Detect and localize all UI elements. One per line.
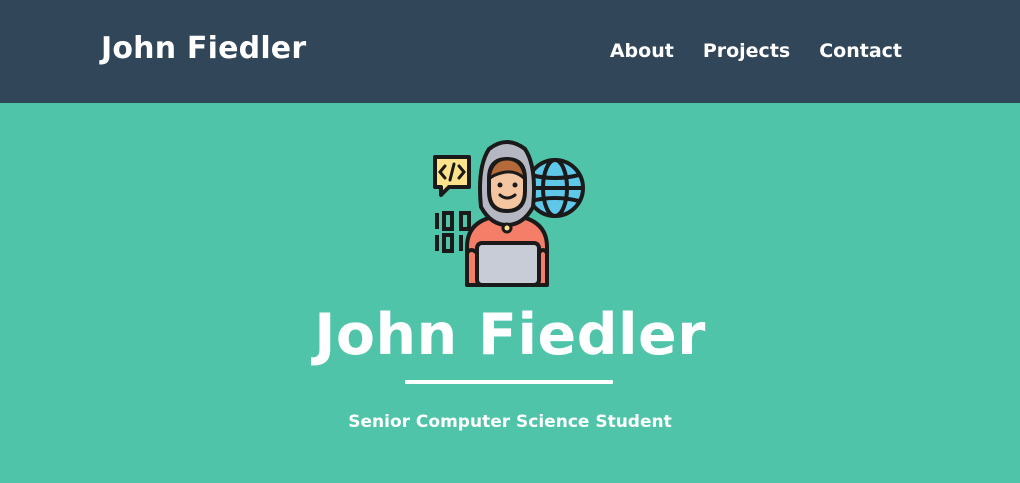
masthead: John Fiedler Senior Computer Science Stu… — [0, 103, 1020, 483]
hero-subtitle: Senior Computer Science Student — [348, 412, 672, 432]
nav-links: About Projects Contact — [610, 40, 902, 62]
hero-name: John Fiedler — [314, 302, 706, 368]
code-bubble-icon — [433, 155, 471, 197]
brand-link[interactable]: John Fiedler — [101, 31, 306, 66]
nav-link-about[interactable]: About — [610, 40, 674, 62]
binary-icon — [435, 211, 471, 253]
navbar: John Fiedler About Projects Contact — [0, 0, 1020, 103]
divider — [405, 380, 613, 384]
nav-link-contact[interactable]: Contact — [819, 40, 902, 62]
nav-link-projects[interactable]: Projects — [703, 40, 790, 62]
developer-avatar-icon — [433, 140, 585, 287]
